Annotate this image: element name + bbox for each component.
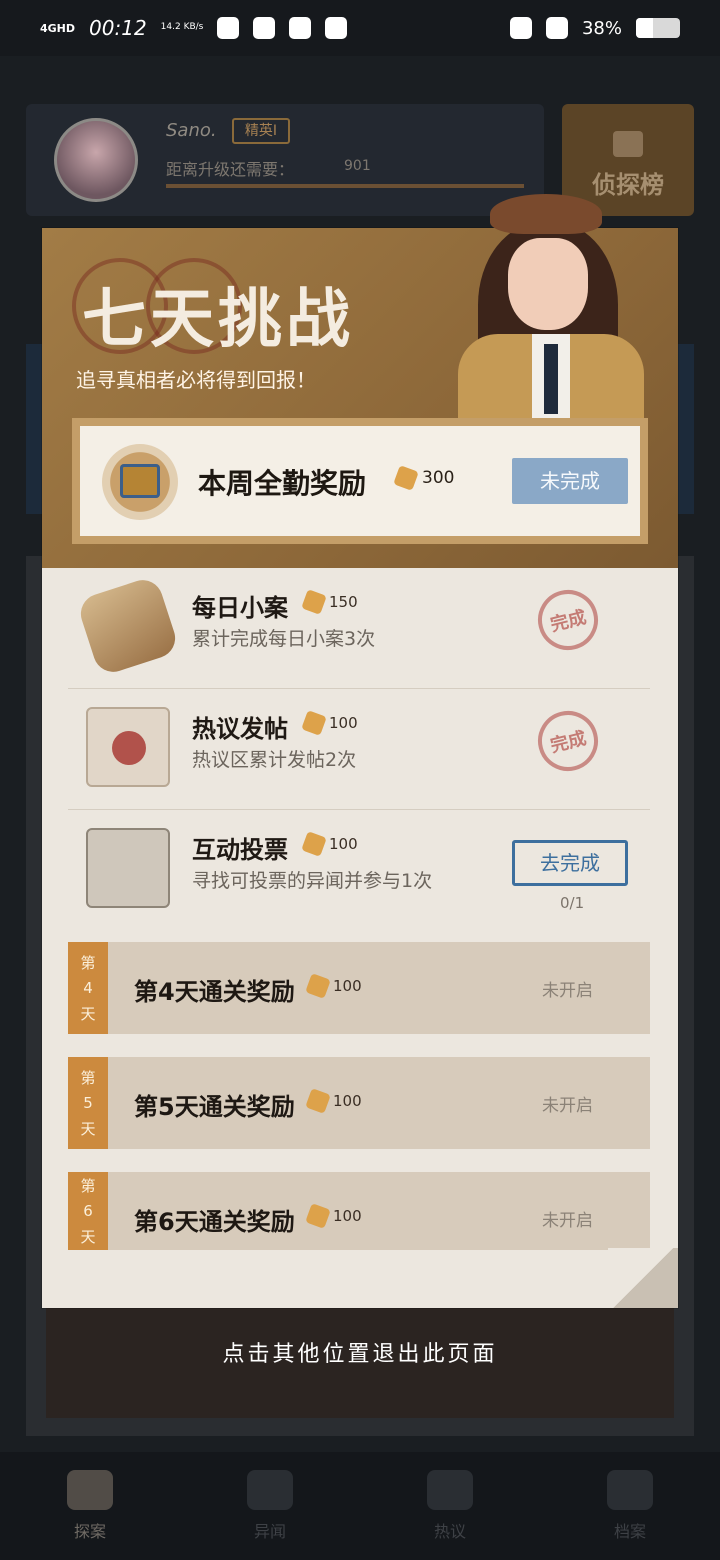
puzzle-piece-icon — [301, 831, 327, 857]
heart-envelope-icon — [86, 707, 170, 787]
status-bar: 4GHD 00:12 14.2 KB/s 38% — [0, 0, 720, 56]
nav-tab-case[interactable]: 探案 — [30, 1470, 150, 1542]
day-4-reward-row: 第 4 天 第4天通关奖励 100 未开启 — [68, 942, 650, 1034]
nav-tab-archive[interactable]: 档案 — [570, 1470, 690, 1542]
puzzle-piece-icon — [305, 1088, 331, 1114]
task-reward: 100 — [301, 710, 358, 736]
wifi-icon — [545, 17, 568, 39]
day-reward-title: 第6天通关奖励 — [134, 1208, 295, 1236]
modal-subtitle: 追寻真相者必将得到回报！ — [76, 368, 316, 392]
nav-tab-discussion[interactable]: 热议 — [390, 1470, 510, 1542]
task-reward: 150 — [301, 589, 358, 615]
exit-hint: 点击其他位置退出此页面 — [222, 1342, 498, 1367]
day-5-reward-row: 第 5 天 第5天通关奖励 100 未开启 — [68, 1057, 650, 1149]
battery-percent: 38% — [581, 17, 622, 39]
headphone-icon — [509, 17, 532, 39]
treasure-chest-icon — [102, 444, 178, 520]
task-item-post: 热议发帖 100 热议区累计发帖2次 完成 — [68, 689, 650, 810]
pipe-icon — [67, 1470, 113, 1510]
task-description: 热议区累计发帖2次 — [192, 749, 357, 771]
day-6-reward-row: 第 6 天 第6天通关奖励 100 未开启 — [68, 1172, 650, 1250]
modal-title: 七天挑战 — [82, 282, 354, 357]
completed-stamp: 完成 — [531, 704, 605, 778]
day-reward-points: 100 — [305, 1203, 362, 1229]
scroll-icon — [75, 574, 181, 678]
day-reward-title: 第5天通关奖励 — [134, 1093, 295, 1121]
puzzle-piece-icon — [305, 1203, 331, 1229]
upgrade-value: 901 — [344, 158, 371, 174]
clock: 00:12 — [89, 16, 147, 40]
archive-icon — [607, 1470, 653, 1510]
seven-day-challenge-modal: 七天挑战 追寻真相者必将得到回报！ 本周全勤奖励 300 未完成 每日小案 15… — [42, 194, 678, 1308]
weekly-status-button[interactable]: 未完成 — [512, 458, 628, 504]
weekly-reward-title: 本周全勤奖励 — [198, 467, 367, 500]
task-title: 每日小案 — [192, 594, 288, 622]
day-reward-points: 100 — [305, 973, 362, 999]
task-item-daily-case: 每日小案 150 累计完成每日小案3次 完成 — [68, 568, 650, 689]
battery-icon — [636, 18, 680, 38]
puzzle-piece-icon — [301, 589, 327, 615]
shield-icon — [217, 17, 240, 39]
network-indicator: 4GHD — [40, 21, 76, 35]
day-status: 未开启 — [542, 1096, 593, 1116]
upgrade-label: 距离升级还需要： — [166, 160, 295, 179]
detective-girl-illustration — [450, 194, 650, 420]
newspaper-icon — [86, 828, 170, 908]
modal-header: 七天挑战 追寻真相者必将得到回报！ 本周全勤奖励 300 未完成 — [42, 194, 678, 568]
completed-stamp: 完成 — [531, 583, 605, 657]
task-list: 每日小案 150 累计完成每日小案3次 完成 热议发帖 100 热议区累计发帖2… — [68, 568, 650, 931]
day-status: 未开启 — [542, 1211, 593, 1231]
task-description: 累计完成每日小案3次 — [192, 628, 376, 650]
task-item-vote: 互动投票 100 寻找可投票的异闻并参与1次 去完成 0/1 — [68, 810, 650, 931]
task-description: 寻找可投票的异闻并参与1次 — [192, 870, 433, 892]
day-tag: 第 4 天 — [68, 942, 108, 1034]
chat-icon — [427, 1470, 473, 1510]
puzzle-piece-icon — [305, 973, 331, 999]
task-title: 互动投票 — [192, 836, 288, 864]
qq-icon — [289, 17, 312, 39]
puzzle-piece-icon — [393, 465, 419, 491]
rank-badge: 精英I — [232, 118, 290, 144]
day-reward-points: 100 — [305, 1088, 362, 1114]
day-reward-title: 第4天通关奖励 — [134, 978, 295, 1006]
day-tag: 第 6 天 — [68, 1172, 108, 1250]
page-fold-corner — [608, 1248, 678, 1308]
task-reward: 100 — [301, 831, 358, 857]
app-icon — [253, 17, 276, 39]
day-status: 未开启 — [542, 981, 593, 1001]
bottom-nav: 探案 异闻 热议 档案 — [0, 1452, 720, 1560]
task-progress: 0/1 — [560, 894, 585, 912]
video-icon — [247, 1470, 293, 1510]
exp-bar — [166, 184, 524, 188]
weekly-reward-points: 300 — [393, 465, 454, 491]
day-tag: 第 5 天 — [68, 1057, 108, 1149]
avatar[interactable] — [54, 118, 138, 202]
go-complete-button[interactable]: 去完成 — [512, 840, 628, 886]
puzzle-piece-icon — [301, 710, 327, 736]
leaderboard-icon — [613, 131, 643, 157]
network-speed: 14.2 KB/s — [160, 22, 204, 33]
cloud-icon — [325, 17, 348, 39]
nav-tab-news[interactable]: 异闻 — [210, 1470, 330, 1542]
username: Sano. — [166, 120, 217, 141]
weekly-reward-card: 本周全勤奖励 300 未完成 — [72, 418, 648, 544]
task-title: 热议发帖 — [192, 715, 288, 743]
